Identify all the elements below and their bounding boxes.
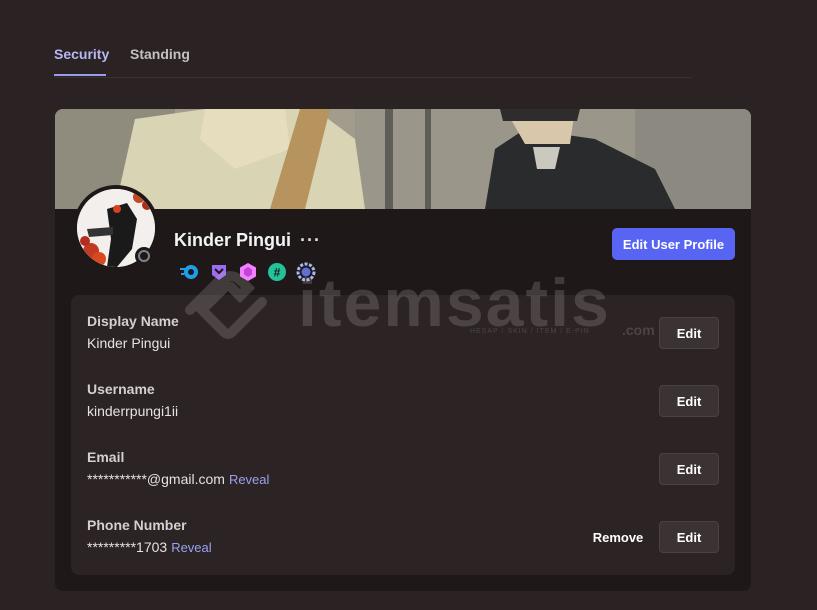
edit-user-profile-button[interactable]: Edit User Profile: [612, 228, 735, 260]
more-options-icon[interactable]: ···: [300, 230, 321, 251]
field-label: Username: [87, 381, 155, 397]
nitro-badge-icon[interactable]: [209, 262, 229, 282]
field-value-row: ***********@gmail.com Reveal: [87, 471, 269, 487]
phone-value: *********1703: [87, 539, 168, 555]
reveal-phone-link[interactable]: Reveal: [171, 540, 211, 555]
tab-security[interactable]: Security: [54, 46, 109, 62]
hypesquad-badge-icon[interactable]: [180, 262, 200, 282]
status-indicator: [135, 247, 153, 265]
edit-username-button[interactable]: Edit: [659, 385, 719, 417]
field-label: Phone Number: [87, 517, 187, 533]
field-value: kinderrpungi1ii: [87, 403, 179, 419]
field-label: Email: [87, 449, 125, 465]
svg-text:#: #: [274, 266, 281, 280]
settings-tabs: Security Standing: [54, 0, 692, 78]
quest-badge-icon[interactable]: [296, 262, 316, 282]
field-value-row: *********1703 Reveal: [87, 539, 212, 555]
email-field: Email ***********@gmail.com Reveal: [87, 449, 269, 487]
profile-banner: [55, 109, 751, 209]
avatar[interactable]: [73, 185, 159, 271]
profile-display-name: Kinder Pingui: [174, 230, 291, 250]
edit-email-button[interactable]: Edit: [659, 453, 719, 485]
boost-badge-icon[interactable]: [238, 262, 258, 282]
display-name-field: Display Name Kinder Pingui: [87, 313, 179, 351]
profile-card: Kinder Pingui ··· # Edit User Profile Di…: [55, 109, 751, 591]
edit-phone-button[interactable]: Edit: [659, 521, 719, 553]
active-tab-indicator: [54, 74, 106, 76]
banner-image: [55, 109, 751, 209]
hashtag-badge-icon[interactable]: #: [267, 262, 287, 282]
phone-number-field: Phone Number *********1703 Reveal: [87, 517, 212, 555]
remove-phone-button[interactable]: Remove: [583, 521, 653, 553]
reveal-email-link[interactable]: Reveal: [229, 472, 269, 487]
field-value: Kinder Pingui: [87, 335, 171, 351]
username-field: Username kinderrpungi1ii: [87, 381, 178, 419]
email-value: ***********@gmail.com: [87, 471, 225, 487]
tab-standing[interactable]: Standing: [130, 46, 190, 62]
field-label: Display Name: [87, 313, 179, 329]
account-info-panel: Display Name Kinder Pingui Edit Username…: [71, 295, 735, 575]
edit-display-name-button[interactable]: Edit: [659, 317, 719, 349]
